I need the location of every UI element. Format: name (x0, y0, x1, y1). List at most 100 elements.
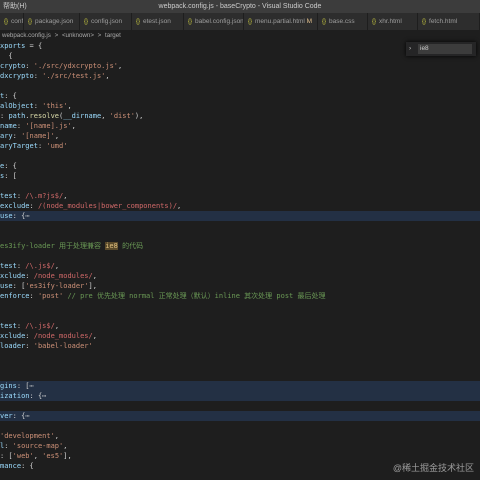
code-line: exclude: /(node_modules|bower_components… (0, 201, 480, 211)
code-line: ver: {⋯ (0, 411, 480, 421)
code-token: 'this' (42, 102, 68, 110)
file-icon: {} (372, 19, 377, 25)
find-widget: › ie8 (406, 42, 476, 56)
code-token: aryTarget (0, 142, 38, 150)
breadcrumb-separator: > (97, 32, 102, 39)
code-token: gins (0, 382, 17, 390)
code-token: test (0, 322, 17, 330)
title-bar: 帮助(H) webpack.config.js - baseCrypto - V… (0, 0, 480, 13)
code-line: t: { (0, 91, 480, 101)
code-token: : (25, 332, 34, 340)
file-icon: {} (4, 19, 9, 25)
modified-indicator: M (304, 18, 313, 25)
code-token: : { (4, 92, 17, 100)
fold-ellipsis[interactable]: ⋯ (42, 392, 46, 400)
code-token: crypto (0, 62, 26, 70)
code-token: /\.js$/ (25, 262, 55, 270)
breadcrumb-node-target[interactable]: target (105, 32, 121, 39)
code-line: use: ['es3ify-loader'], (0, 281, 480, 291)
code-token: ization (0, 392, 30, 400)
code-token: 'es3ify-loader' (25, 282, 89, 290)
tab[interactable]: {} config.json (80, 13, 132, 30)
code-token: : { (29, 392, 43, 400)
breadcrumb: webpack.config.js > <unknown> > target (0, 30, 480, 41)
code-token: ie8 (105, 242, 118, 250)
code-token: , (54, 322, 60, 330)
find-input[interactable]: ie8 (418, 44, 472, 54)
tab-bar: {}config.js{}package.json{}config.json{}… (0, 13, 480, 30)
code-token: enforce (0, 292, 30, 300)
code-token: = { (25, 42, 43, 50)
tab-label: etest.json (143, 18, 171, 25)
code-line: l: 'source-map', (0, 441, 480, 451)
code-token: : (25, 342, 34, 350)
code-token: : { (21, 462, 34, 470)
code-token: xports (0, 42, 26, 50)
tab[interactable]: {} fetch.html (418, 13, 480, 30)
file-icon: {} (136, 19, 141, 25)
code-token: 的代码 (117, 242, 144, 250)
code-token: , (54, 132, 60, 140)
code-token: /(node_modules|bower_components)/ (37, 202, 178, 210)
fold-ellipsis[interactable]: ⋯ (30, 382, 34, 390)
code-line: ary: '[name]', (0, 131, 480, 141)
breadcrumb-node[interactable]: <unknown> (62, 32, 94, 39)
code-line: : path.resolve(__dirname, 'dist'), (0, 111, 480, 121)
breadcrumb-separator: > (54, 32, 59, 39)
tab-label: config.js (11, 18, 24, 25)
file-icon: {} (28, 19, 33, 25)
code-token: , (101, 112, 110, 120)
code-token: exclude (0, 202, 30, 210)
code-token: : (33, 102, 43, 110)
code-token: 'post' (37, 292, 64, 300)
tab[interactable]: {}config.js (0, 13, 24, 30)
code-token: ), (134, 112, 144, 120)
code-line: aryTarget: 'umd' (0, 141, 480, 151)
tab[interactable]: {} etest.json (132, 13, 184, 30)
file-icon: {} (84, 19, 89, 25)
code-line: name: '[name].js', (0, 121, 480, 131)
tab-label: base.css (329, 18, 355, 25)
code-token: use (0, 212, 13, 220)
breadcrumb-file[interactable]: webpack.config.js (0, 32, 51, 39)
tab[interactable]: {} babel.config.json (184, 13, 244, 30)
tab[interactable]: {} base.css (318, 13, 368, 30)
code-token: loader (0, 342, 26, 350)
tab-label: xhr.html (379, 18, 402, 25)
code-token: // pre 优先处理 normal 正常处理（默认）inline 其次处理 p… (63, 292, 326, 300)
code-token: 'dist' (109, 112, 135, 120)
code-line: es3ify-loader 用于处理兼容 ie8 的代码 (0, 241, 480, 251)
fold-ellipsis[interactable]: ⋯ (25, 412, 29, 420)
code-token: { (0, 52, 13, 60)
code-token: '[name].js' (25, 122, 72, 130)
tab-label: package.json (35, 18, 74, 25)
code-line: s: [ (0, 171, 480, 181)
tab[interactable]: {} xhr.html (368, 13, 418, 30)
code-token: './src/ydxcrypto.js' (33, 62, 119, 70)
code-token: , (67, 102, 72, 110)
code-token: test (0, 192, 17, 200)
code-token: ary (0, 132, 13, 140)
code-token: use (0, 282, 13, 290)
file-icon: {} (422, 19, 427, 25)
tab[interactable]: {} package.json (24, 13, 80, 30)
code-token: , (63, 192, 68, 200)
code-token: : { (4, 162, 17, 170)
code-token: , (92, 332, 97, 340)
fold-ellipsis[interactable]: ⋯ (25, 212, 29, 220)
code-line: alObject: 'this', (0, 101, 480, 111)
code-token: dxcrypto (0, 72, 34, 80)
chevron-right-icon[interactable]: › (409, 45, 411, 52)
code-token: : (4, 442, 13, 450)
code-token: alObject (0, 102, 34, 110)
code-editor[interactable]: xports = { {crypto: './src/ydxcrypto.js'… (0, 41, 480, 480)
code-line: crypto: './src/ydxcrypto.js', (0, 61, 480, 71)
code-token: /node_modules/ (33, 332, 93, 340)
tab[interactable]: {} menu.partial.html M (244, 13, 318, 30)
code-token: , (118, 62, 123, 70)
